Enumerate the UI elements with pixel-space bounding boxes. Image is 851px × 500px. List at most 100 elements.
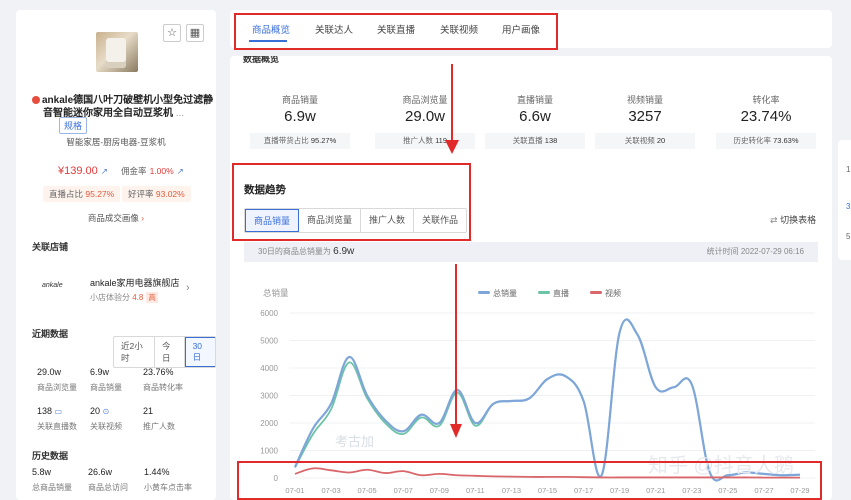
stat-value: 20 ⊙	[90, 406, 110, 416]
stat-value: 1.44%	[144, 467, 170, 477]
platform-icon	[32, 96, 40, 104]
kpi-name: 转化率	[752, 95, 780, 105]
trend-infobar: 30日的商品总销量为 6.9w 统计时间 2022-07-29 06:16	[244, 242, 818, 262]
y-tick-label: 2000	[260, 419, 278, 428]
spec-tag[interactable]: 规格	[59, 117, 88, 134]
star-icon[interactable]: ☆	[163, 24, 181, 42]
trend-title: 数据趋势	[244, 184, 286, 196]
x-tick-label: 07-23	[682, 486, 701, 495]
range-2h[interactable]: 近2小时	[114, 337, 155, 367]
kpi-name: 直播销量	[516, 95, 553, 105]
range-today[interactable]: 今日	[155, 337, 185, 367]
switch-icon: ⇄	[770, 215, 778, 225]
stat-label: 小黄车点击率	[144, 483, 192, 492]
x-tick-label: 07-21	[646, 486, 665, 495]
shop-logo[interactable]: ankale	[42, 282, 63, 289]
annotation-arrow	[450, 264, 462, 438]
chevron-right-icon[interactable]: ›	[186, 282, 190, 294]
live-icon: ▭	[54, 407, 63, 416]
kpi-value: 23.74%	[740, 108, 792, 125]
trend-subtabs: 商品销量 商品浏览量 推广人数 关联作品	[244, 208, 468, 233]
watermark-right: 知乎 @抖音大鹅	[648, 454, 794, 477]
subtab-sales[interactable]: 商品销量	[245, 209, 300, 232]
tab-bar: 商品概览 关联达人 关联直播 关联视频 用户画像	[230, 10, 832, 50]
kpi-value: 6.9w	[284, 108, 316, 125]
stat-value: 6.9w	[90, 367, 110, 377]
tab-influencers[interactable]: 关联达人	[315, 22, 353, 36]
stat-value: 23.76%	[143, 367, 174, 377]
trend-icon: ↗	[176, 166, 184, 176]
tab-user-portrait[interactable]: 用户画像	[502, 22, 540, 36]
kpi-sub: 历史转化率 73.63%	[716, 133, 816, 149]
legend-total-swatch	[478, 291, 490, 294]
overview-title: 数据概览	[243, 56, 280, 64]
shop-name[interactable]: ankale家用电器旗舰店	[90, 276, 180, 289]
kpi-name: 视频销量	[626, 95, 663, 105]
trend-icon: ↗	[100, 166, 108, 176]
chevron-right-icon: ›	[141, 213, 145, 223]
kpi-value: 6.6w	[519, 108, 551, 125]
tab-videos[interactable]: 关联视频	[440, 22, 478, 36]
kpi-sub: 直播带货占比 95.27%	[250, 133, 350, 149]
good-rate-badge: 好评率 93.02%	[122, 186, 191, 202]
stat-label: 商品总访问	[88, 483, 128, 492]
subtab-promoters[interactable]: 推广人数	[361, 209, 415, 232]
stat-value: 26.6w	[88, 467, 113, 477]
x-tick-label: 07-07	[394, 486, 413, 495]
y-tick-label: 6000	[260, 309, 278, 318]
stat-label: 关联直播数	[37, 422, 77, 431]
x-tick-label: 07-11	[466, 486, 485, 495]
stat-label: 商品浏览量	[37, 383, 77, 392]
product-panel: ☆ ▦ ankale德国八叶刀破壁机小型免过滤静 音智能迷你家用全自动豆浆机 .…	[16, 10, 216, 500]
x-tick-label: 07-13	[502, 486, 521, 495]
kpi-sub: 关联直播 138	[485, 133, 585, 149]
stat-label: 关联视频	[90, 422, 122, 431]
legend-live-swatch	[538, 291, 550, 294]
kpi-value: 3257	[628, 108, 662, 125]
subtab-views[interactable]: 商品浏览量	[299, 209, 362, 232]
switch-table-button[interactable]: ⇄ 切换表格	[770, 213, 816, 226]
legend-live: 直播	[553, 288, 569, 298]
right-panel-edge: 1 3 5	[838, 140, 851, 260]
x-tick-label: 07-27	[754, 486, 773, 495]
x-tick-label: 07-05	[358, 486, 377, 495]
tab-overview[interactable]: 商品概览	[252, 22, 290, 36]
annotation-arrow	[445, 64, 459, 154]
x-tick-label: 07-25	[718, 486, 737, 495]
price: ¥139.00 ↗ 佣金率 1.00% ↗	[58, 165, 184, 177]
kpi-sub: 关联视频 20	[595, 133, 695, 149]
stat-value: 29.0w	[37, 367, 62, 377]
main-content: 数据概览 商品销量 6.9w 直播带货占比 95.27% 商品浏览量 29.0w…	[230, 56, 832, 500]
recent-section-title: 近期数据	[32, 329, 69, 339]
stat-label: 总商品销量	[32, 483, 72, 492]
y-tick-label: 3000	[260, 392, 278, 401]
stat-value: 138 ▭	[37, 406, 63, 416]
x-tick-label: 07-29	[790, 486, 809, 495]
stat-value: 21	[143, 406, 154, 416]
range-selector: 近2小时 今日 30日	[113, 336, 216, 368]
range-30d[interactable]: 30日	[184, 337, 215, 367]
subtab-works[interactable]: 关联作品	[414, 209, 466, 232]
stat-label: 推广人数	[143, 422, 175, 431]
legend-total: 总销量	[493, 288, 517, 298]
x-tick-label: 07-09	[430, 486, 449, 495]
x-tick-label: 07-01	[285, 486, 304, 495]
product-image[interactable]	[96, 32, 138, 72]
portrait-link[interactable]: 商品成交画像 ›	[16, 212, 216, 224]
y-axis-label: 总销量	[263, 288, 289, 298]
qrcode-icon[interactable]: ▦	[186, 24, 204, 42]
play-icon: ⊙	[102, 407, 110, 416]
x-tick-label: 07-15	[538, 486, 557, 495]
y-tick-label: 1000	[260, 447, 278, 456]
y-tick-label: 5000	[260, 337, 278, 346]
live-share-badge: 直播占比 95.27%	[43, 186, 121, 202]
stat-label: 商品转化率	[143, 383, 183, 392]
category-path: 智能家居-厨房电器-豆浆机	[66, 137, 166, 147]
tab-lives[interactable]: 关联直播	[377, 22, 415, 36]
x-tick-label: 07-17	[574, 486, 593, 495]
stat-value: 5.8w	[32, 467, 52, 477]
tab-underline	[249, 40, 287, 42]
x-tick-label: 07-19	[610, 486, 629, 495]
shop-score: 小店体验分 4.8 高	[90, 292, 158, 303]
legend-video-swatch	[590, 291, 602, 294]
